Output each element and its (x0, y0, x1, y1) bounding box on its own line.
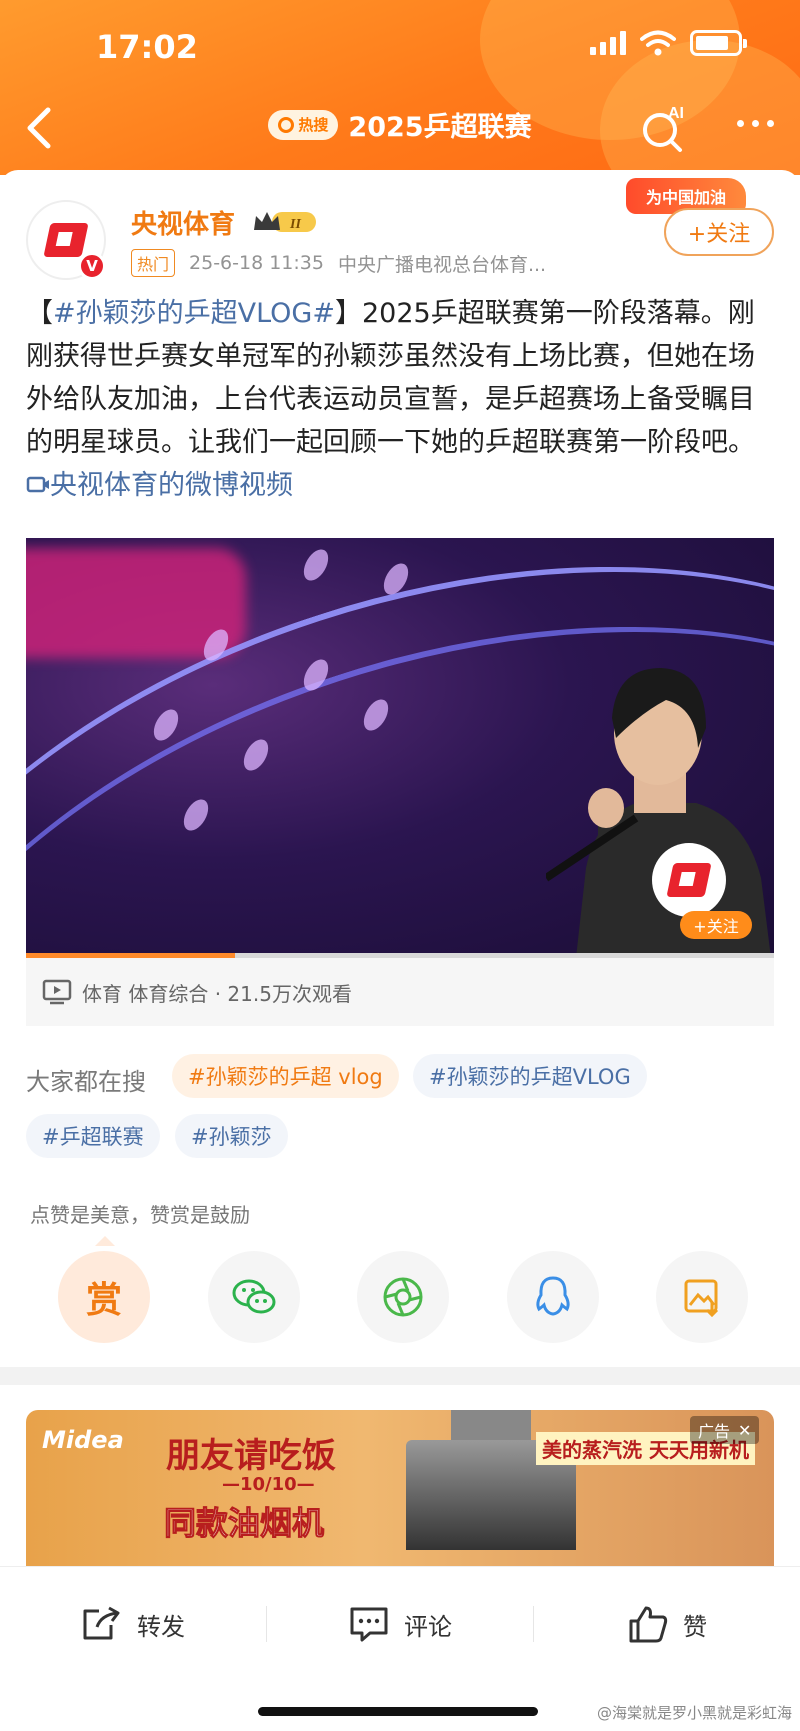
wifi-icon (640, 30, 676, 56)
page-title: 2025乒超联赛 (348, 112, 532, 143)
follow-button[interactable]: +关注 (664, 208, 774, 256)
ai-label: AI (668, 105, 684, 122)
search-chip-1[interactable]: #孙颖莎的乒超 vlog (172, 1054, 399, 1098)
hashtag-bracket-right: 】 (334, 298, 362, 329)
wechat-share-button[interactable] (207, 1251, 300, 1343)
repost-label: 转发 (137, 1612, 185, 1641)
ad-subline: —10/10— (222, 1474, 315, 1495)
video-info-text: 体育 体育综合 · 21.5万次观看 (82, 981, 352, 1006)
cctv-logo-icon (666, 863, 712, 897)
repost-button[interactable]: 转发 (0, 1593, 266, 1655)
signal-icon (590, 31, 626, 55)
trending-search-label: 大家都在搜 (26, 1068, 146, 1096)
video-type-icon (42, 979, 72, 1005)
qq-icon (535, 1276, 570, 1316)
comment-icon (350, 1607, 388, 1642)
tip-pointer (95, 1236, 115, 1246)
repost-icon (83, 1606, 120, 1640)
reward-tip: 点赞是美意，赞赏是鼓励 (30, 1203, 250, 1227)
search-chip-3[interactable]: #乒超联赛 (26, 1114, 160, 1158)
comment-button[interactable]: 评论 (267, 1593, 533, 1655)
post-hashtag[interactable]: #孙颖莎的乒超VLOG# (53, 298, 335, 329)
ai-search-icon[interactable]: AI (638, 102, 690, 154)
ad-banner[interactable]: Midea 朋友请吃饭 —10/10— 同款油烟机 美的蒸汽洗 天天用新机 (26, 1410, 774, 1570)
share-row: 赏 (58, 1251, 748, 1343)
video-link-text: 央视体育的微博视频 (50, 470, 293, 501)
video-link-icon (26, 476, 49, 493)
ad-label[interactable]: 广告 ✕ (690, 1416, 760, 1444)
status-time: 17:02 (96, 28, 198, 66)
hot-search-label: 热搜 (298, 116, 329, 134)
hot-search-badge[interactable]: 热搜 (268, 109, 339, 140)
status-icons (590, 30, 747, 56)
save-image-button[interactable] (656, 1251, 748, 1343)
speaker-figure: 大学 (546, 668, 771, 958)
reward-button[interactable]: 赏 (58, 1251, 150, 1343)
video-follow-button[interactable]: +关注 (680, 911, 752, 939)
ad-brand-logo: Midea (42, 1426, 124, 1454)
qq-share-button[interactable] (506, 1251, 599, 1343)
home-indicator[interactable] (258, 1707, 538, 1716)
video-author-avatar[interactable] (652, 843, 726, 917)
battery-icon (690, 30, 747, 56)
close-icon[interactable]: ✕ (738, 1421, 751, 1440)
section-divider (0, 1367, 800, 1385)
author-name[interactable]: 央视体育 (131, 204, 235, 241)
video-link[interactable]: 央视体育的微博视频 (26, 470, 293, 501)
ad-label-text: 广告 (698, 1422, 731, 1441)
save-image-icon (684, 1279, 719, 1317)
ad-headline: 朋友请吃饭 (166, 1436, 336, 1476)
video-info-bar[interactable]: 体育 体育综合 · 21.5万次观看 (26, 958, 774, 1026)
like-label: 赞 (683, 1612, 707, 1641)
like-button[interactable]: 赞 (534, 1593, 800, 1655)
hot-tag: 热门 (131, 249, 176, 277)
header: 17:02 热搜 2025乒超联赛 AI (0, 0, 800, 175)
post-source: 中央广播电视总台体育... (337, 253, 547, 276)
wechat-icon (232, 1279, 275, 1314)
comment-label: 评论 (404, 1612, 452, 1641)
crown-badge-icon: II (254, 212, 316, 232)
level-badge-text: II (289, 217, 301, 232)
watermark: @海棠就是罗小黑就是彩虹海 (596, 1704, 792, 1722)
moments-share-button[interactable] (357, 1251, 449, 1343)
verified-icon: V (78, 252, 106, 280)
post-meta: 热门 25-6-18 11:35 中央广播电视总台体育... (131, 249, 546, 277)
search-chip-4[interactable]: #孙颖莎 (175, 1114, 288, 1158)
post-time: 25-6-18 11:35 (189, 252, 324, 274)
post-text: 【#孙颖莎的乒超VLOG#】2025乒超联赛第一阶段落幕。刚刚获得世乒赛女单冠军… (26, 292, 776, 507)
moments-icon (383, 1277, 423, 1317)
search-icon (278, 116, 295, 133)
hashtag-bracket-left: 【 (26, 298, 53, 329)
thumbs-up-icon (629, 1606, 668, 1643)
cctv-logo-icon (43, 223, 89, 257)
more-icon[interactable] (737, 120, 774, 127)
ad-product: 同款油烟机 (163, 1504, 325, 1543)
search-chip-2[interactable]: #孙颖莎的乒超VLOG (413, 1054, 647, 1098)
